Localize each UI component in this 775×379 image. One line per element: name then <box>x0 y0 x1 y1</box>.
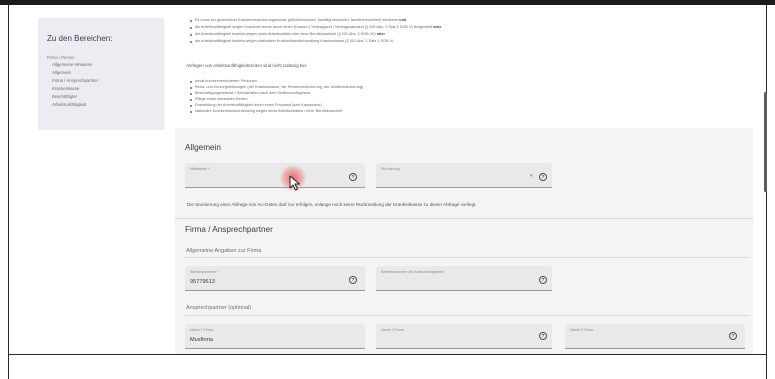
bullet-marker <box>190 111 192 113</box>
not-allowed-item: stationäre Krankenhausbehandlung wegen e… <box>195 109 343 113</box>
stornierung-note: Die Stornierung einer Abfrage von AU-Dat… <box>187 202 477 207</box>
scrollbar-thumb[interactable] <box>764 92 767 192</box>
name1-value: Musfirma <box>190 337 213 343</box>
bullet-marker <box>190 27 192 29</box>
not-allowed-item: Feststellung der Arbeitsunfähigkeit durc… <box>195 103 322 107</box>
section-title-allgemein: Allgemein <box>185 143 221 152</box>
bullet-marker <box>190 93 192 95</box>
section-divider <box>185 315 750 316</box>
help-circle-icon[interactable]: ? <box>539 173 547 181</box>
stornierung-select[interactable]: Stornierung <box>376 163 552 188</box>
stornierung-select-label: Stornierung <box>381 167 400 171</box>
sidebar-item-krankenkasse[interactable]: Krankenkasse <box>52 86 79 91</box>
info-line-3: die Arbeitsunfähigkeit besteht wegen ein… <box>195 32 385 36</box>
sidebar-item-firma-ansprechpartner[interactable]: Firma / Ansprechpartner <box>52 78 98 83</box>
mandant-field-label: Mitarbeiter * <box>190 167 210 171</box>
betriebsnummer-abrechnung-field[interactable]: Betriebsnummer der Abrechnungsstelle <box>376 266 552 291</box>
name3-field[interactable]: Name 3 Firma <box>565 324 745 349</box>
not-allowed-item: privat krankenversicherten Personen <box>195 79 257 83</box>
frame-bottom-border <box>8 354 767 355</box>
dropdown-arrow-icon[interactable]: ▾ <box>530 173 533 179</box>
help-circle-icon[interactable]: ? <box>349 276 357 284</box>
sidebar-item-allgemeine-hinweise[interactable]: Allgemeine Hinweise <box>52 62 92 67</box>
bullet-marker <box>190 105 192 107</box>
name2-field[interactable]: Name 2 Firma <box>376 324 552 349</box>
not-allowed-heading: Anfragen von Arbeitsunfähigkeitszeiten s… <box>186 63 308 68</box>
mandant-field[interactable]: Mitarbeiter * <box>185 163 365 188</box>
frame-left-border <box>8 5 9 379</box>
name1-field[interactable]: Name 1 Firma Musfirma <box>185 324 365 349</box>
name3-label: Name 3 Firma <box>570 328 593 332</box>
sidebar-item-beschaeftigter[interactable]: Beschäftigter <box>52 94 77 99</box>
betriebsnummer-value: 95779613 <box>190 279 215 285</box>
sidebar-navigation: Zu den Bereichen: Firma / Person Allgeme… <box>38 18 164 130</box>
help-circle-icon[interactable]: ? <box>729 332 737 340</box>
sidebar-item-arbeitsunfaehigkeit[interactable]: Arbeitsunfähigkeit <box>52 102 86 107</box>
bullet-marker <box>190 87 192 89</box>
sidebar-title: Zu den Bereichen: <box>47 34 113 43</box>
mouse-cursor-icon <box>289 175 300 191</box>
not-allowed-item: Reha- und Vorsorgeleistungen (der Kranke… <box>195 85 364 89</box>
help-circle-icon[interactable]: ? <box>539 276 547 284</box>
subsection-contact: Ansprechpartner (optional) <box>186 305 252 311</box>
help-circle-icon[interactable]: ? <box>349 173 357 181</box>
bullet-marker <box>190 81 192 83</box>
section-divider <box>175 218 753 219</box>
sidebar-item-allgemein[interactable]: Allgemein <box>52 70 71 75</box>
name2-label: Name 2 Firma <box>381 328 404 332</box>
bullet-marker <box>190 99 192 101</box>
betriebsnummer-label: Betriebsnummer * <box>190 270 219 274</box>
info-line-1: Es muss ein gesetzlicher Krankenversiche… <box>195 18 407 22</box>
name1-label: Name 1 Firma <box>190 328 213 332</box>
bullet-marker <box>190 34 192 36</box>
help-circle-icon[interactable]: ? <box>539 332 547 340</box>
bullet-marker <box>190 20 192 22</box>
not-allowed-item: Beschäftigungsverbote / Schutzfristen na… <box>195 91 311 95</box>
sidebar-group-label: Firma / Person <box>47 55 75 60</box>
info-line-4: die Arbeitsunfähigkeit besteht wegen sta… <box>195 39 394 43</box>
top-border <box>0 0 775 5</box>
betriebsnummer-field[interactable]: Betriebsnummer * 95779613 <box>185 266 365 291</box>
form-panel <box>175 128 753 354</box>
bullet-marker <box>190 41 192 43</box>
not-allowed-item: Pflege eines erkrankten Kindes <box>195 97 248 101</box>
subsection-general: Allgemeine Angaben zur Firma <box>186 248 262 254</box>
betriebsnummer-abrechnung-label: Betriebsnummer der Abrechnungsstelle <box>381 270 444 274</box>
section-title-firma: Firma / Ansprechpartner <box>185 225 273 234</box>
info-line-2: die Arbeitsunfähigkeit wegen Krankheit w… <box>195 25 442 29</box>
section-divider <box>185 257 750 258</box>
